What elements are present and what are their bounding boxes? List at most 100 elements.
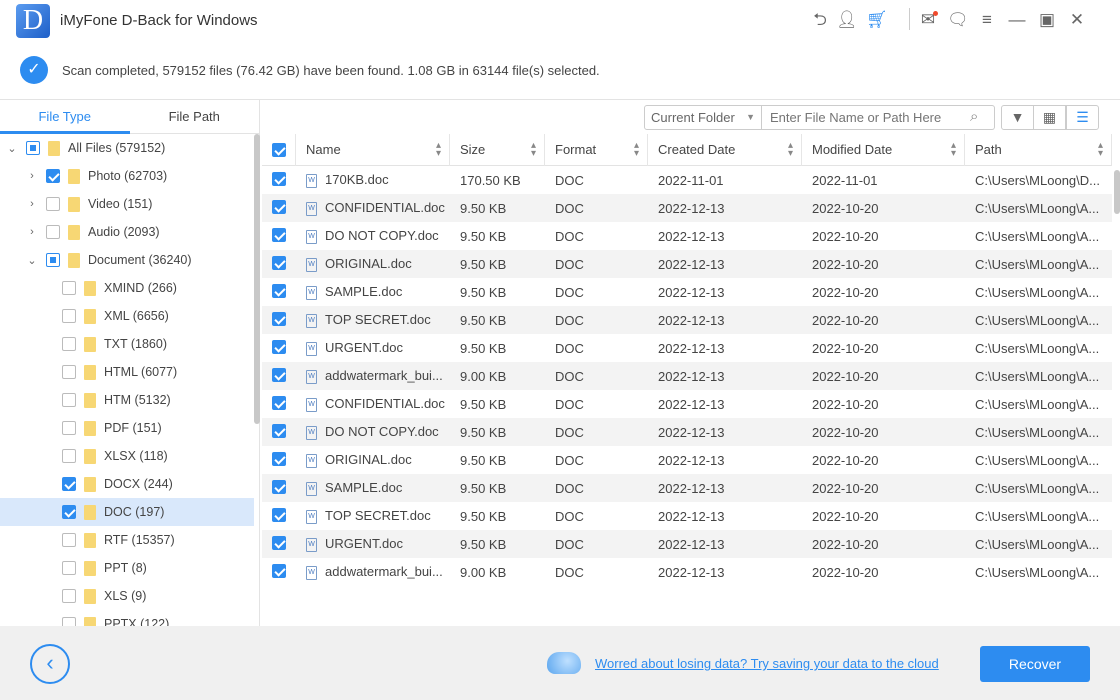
tab-file-path[interactable]: File Path: [130, 100, 260, 133]
tree-item[interactable]: DOCX (244): [0, 470, 259, 498]
chevron-down-icon[interactable]: ⌄: [6, 142, 18, 155]
minimize-icon[interactable]: —: [1007, 10, 1027, 30]
sort-icon[interactable]: ▴ ▾: [1098, 134, 1103, 158]
tree-checkbox[interactable]: [46, 169, 60, 183]
tree-checkbox[interactable]: [62, 561, 76, 575]
tree-checkbox[interactable]: [62, 337, 76, 351]
tree-checkbox[interactable]: [62, 421, 76, 435]
sort-icon[interactable]: ▴ ▾: [634, 134, 639, 158]
tree-item[interactable]: XLS (9): [0, 582, 259, 610]
tree-checkbox[interactable]: [46, 253, 60, 267]
tree-item[interactable]: › Photo (62703): [0, 162, 259, 190]
row-checkbox[interactable]: [272, 255, 286, 270]
tree-checkbox[interactable]: [46, 225, 60, 239]
column-header-format[interactable]: Format ▴ ▾: [545, 133, 648, 166]
list-view-button[interactable]: ☰: [1066, 105, 1099, 130]
column-header-size[interactable]: Size ▴ ▾: [450, 133, 545, 166]
tree-checkbox[interactable]: [62, 477, 76, 491]
row-checkbox[interactable]: [272, 283, 286, 298]
table-row[interactable]: W URGENT.doc 9.50 KB DOC 2022-12-13 2022-10-2…: [262, 334, 1112, 362]
mail-icon[interactable]: ✉: [918, 10, 938, 30]
tree-item[interactable]: ⌄ Document (36240): [0, 246, 259, 274]
tree-item[interactable]: DOC (197): [0, 498, 254, 526]
tree-checkbox[interactable]: [62, 365, 76, 379]
tree-checkbox[interactable]: [62, 589, 76, 603]
row-checkbox[interactable]: [272, 535, 286, 550]
tree-item[interactable]: XML (6656): [0, 302, 259, 330]
tree-item[interactable]: XMIND (266): [0, 274, 259, 302]
table-row[interactable]: W ORIGINAL.doc 9.50 KB DOC 2022-12-13 2022-10…: [262, 446, 1112, 474]
sort-icon[interactable]: ▴ ▾: [951, 134, 956, 158]
table-row[interactable]: W TOP SECRET.doc 9.50 KB DOC 2022-12-13 2022-…: [262, 502, 1112, 530]
tree-checkbox[interactable]: [62, 533, 76, 547]
table-scrollbar[interactable]: [1114, 170, 1120, 214]
table-row[interactable]: W SAMPLE.doc 9.50 KB DOC 2022-12-13 2022-10-2…: [262, 474, 1112, 502]
table-row[interactable]: W URGENT.doc 9.50 KB DOC 2022-12-13 2022-10-2…: [262, 530, 1112, 558]
row-checkbox[interactable]: [272, 479, 286, 494]
tree-item[interactable]: HTM (5132): [0, 386, 259, 414]
sidebar-scrollbar[interactable]: [254, 134, 260, 424]
table-row[interactable]: W CONFIDENTIAL.doc 9.50 KB DOC 2022-12-13 202…: [262, 390, 1112, 418]
tab-file-type[interactable]: File Type: [0, 100, 130, 134]
row-checkbox[interactable]: [272, 563, 286, 578]
chevron-right-icon[interactable]: ›: [26, 226, 38, 238]
chevron-right-icon[interactable]: ›: [26, 198, 38, 210]
sort-icon[interactable]: ▴ ▾: [436, 134, 441, 158]
column-header-modified-date[interactable]: Modified Date ▴ ▾: [802, 133, 965, 166]
tree-item[interactable]: PPT (8): [0, 554, 259, 582]
row-checkbox[interactable]: [272, 395, 286, 410]
tree-item[interactable]: XLSX (118): [0, 442, 259, 470]
sort-icon[interactable]: ▴ ▾: [531, 134, 536, 158]
row-checkbox[interactable]: [272, 339, 286, 354]
tree-checkbox[interactable]: [62, 449, 76, 463]
back-button[interactable]: ‹: [30, 644, 70, 684]
maximize-icon[interactable]: ▣: [1037, 10, 1057, 30]
table-row[interactable]: W DO NOT COPY.doc 9.50 KB DOC 2022-12-13 2022…: [262, 418, 1112, 446]
tree-item[interactable]: › Video (151): [0, 190, 259, 218]
tree-checkbox[interactable]: [62, 393, 76, 407]
row-checkbox[interactable]: [272, 451, 286, 466]
row-checkbox[interactable]: [272, 311, 286, 326]
tree-checkbox[interactable]: [26, 141, 40, 155]
tree-checkbox[interactable]: [62, 281, 76, 295]
table-row[interactable]: W CONFIDENTIAL.doc 9.50 KB DOC 2022-12-13 202…: [262, 194, 1112, 222]
search-icon[interactable]: ⌕: [970, 108, 978, 125]
feedback-icon[interactable]: 🗨︎: [947, 10, 969, 30]
table-row[interactable]: Waddwatermark_bui... 9.00 KB DOC 2022-12-13…: [262, 558, 1112, 586]
table-row[interactable]: W DO NOT COPY.doc 9.50 KB DOC 2022-12-13 2022…: [262, 222, 1112, 250]
row-checkbox[interactable]: [272, 367, 286, 382]
tree-item[interactable]: PPTX (122): [0, 610, 259, 626]
row-checkbox[interactable]: [272, 171, 286, 186]
share-icon[interactable]: ⮌: [810, 10, 830, 30]
tree-item[interactable]: › Audio (2093): [0, 218, 259, 246]
select-all-checkbox[interactable]: [262, 133, 296, 166]
row-checkbox[interactable]: [272, 199, 286, 214]
tree-checkbox[interactable]: [62, 505, 76, 519]
grid-view-button[interactable]: ▦: [1033, 105, 1066, 130]
sort-icon[interactable]: ▴ ▾: [788, 134, 793, 158]
tree-item[interactable]: HTML (6077): [0, 358, 259, 386]
table-row[interactable]: W ORIGINAL.doc 9.50 KB DOC 2022-12-13 2022-10…: [262, 250, 1112, 278]
chevron-right-icon[interactable]: ›: [26, 170, 38, 182]
table-row[interactable]: Waddwatermark_bui... 9.00 KB DOC 2022-12-13…: [262, 362, 1112, 390]
tree-checkbox[interactable]: [62, 309, 76, 323]
column-header-created-date[interactable]: Created Date ▴ ▾: [648, 133, 802, 166]
table-row[interactable]: W 170KB.doc 170.50 KB DOC 2022-11-01 2022-11-…: [262, 166, 1112, 194]
tree-checkbox[interactable]: [46, 197, 60, 211]
row-checkbox[interactable]: [272, 227, 286, 242]
chevron-down-icon[interactable]: ⌄: [26, 254, 38, 267]
cloud-backup-link[interactable]: Worred about losing data? Try saving you…: [595, 656, 939, 671]
table-row[interactable]: W TOP SECRET.doc 9.50 KB DOC 2022-12-13 2022-…: [262, 306, 1112, 334]
tree-item[interactable]: RTF (15357): [0, 526, 259, 554]
row-checkbox[interactable]: [272, 423, 286, 438]
column-header-path[interactable]: Path ▴ ▾: [965, 133, 1112, 166]
cart-icon[interactable]: 🛒︎: [866, 10, 888, 30]
tree-item[interactable]: ⌄ All Files (579152): [0, 134, 259, 162]
recover-button[interactable]: Recover: [980, 646, 1090, 682]
column-header-name[interactable]: Name ▴ ▾: [296, 133, 450, 166]
table-row[interactable]: W SAMPLE.doc 9.50 KB DOC 2022-12-13 2022-10-2…: [262, 278, 1112, 306]
tree-item[interactable]: TXT (1860): [0, 330, 259, 358]
scope-dropdown[interactable]: Current Folder ▼: [644, 105, 762, 130]
search-input[interactable]: [762, 105, 995, 130]
menu-icon[interactable]: ≡: [977, 10, 997, 30]
